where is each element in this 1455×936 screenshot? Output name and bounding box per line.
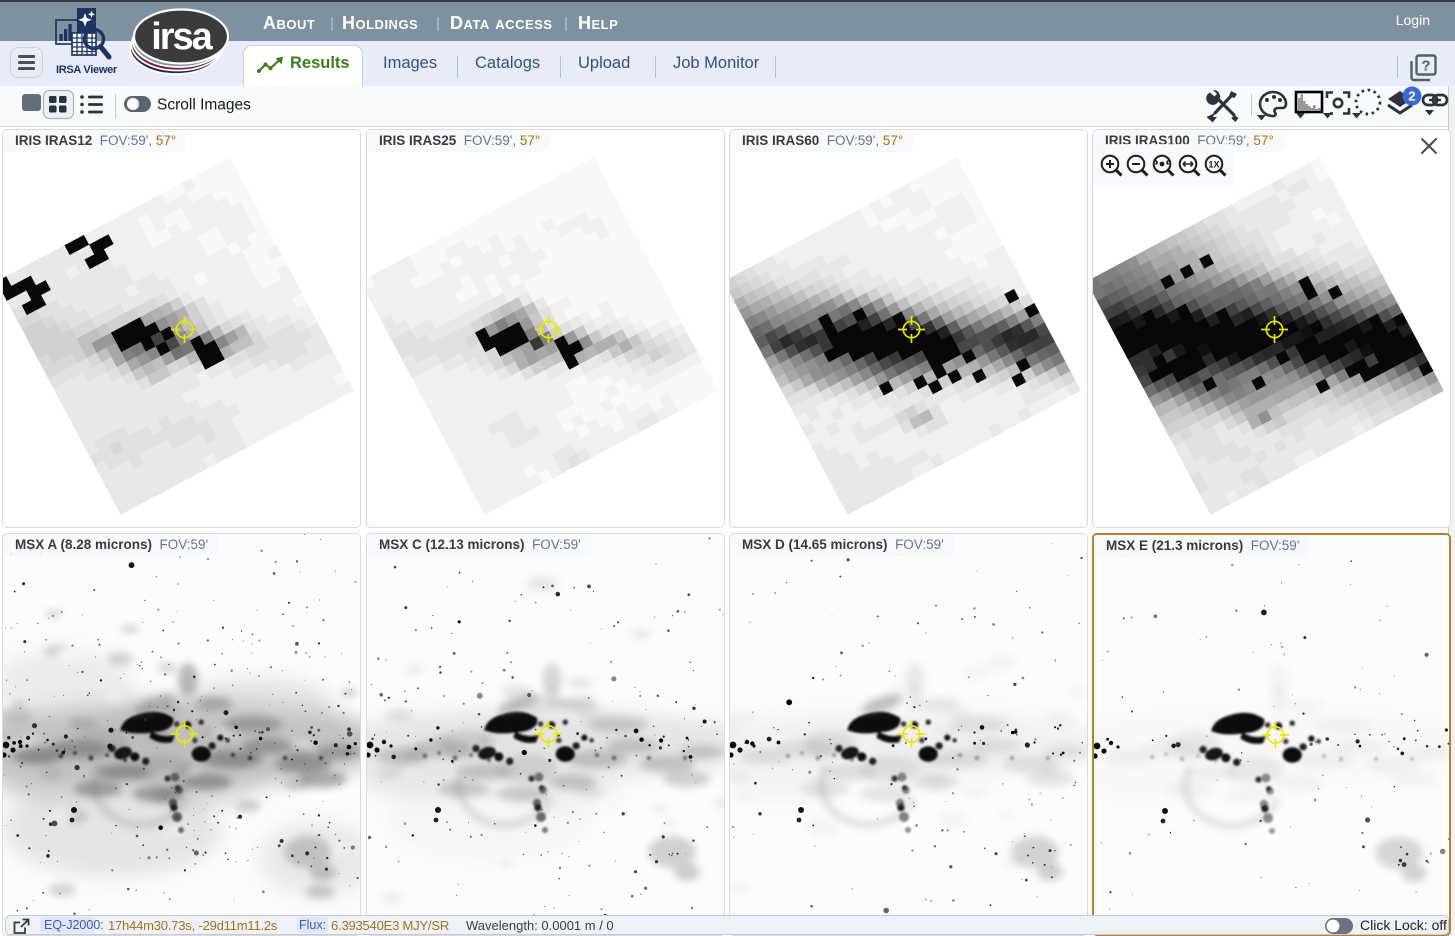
- svg-text:irsa: irsa: [151, 16, 213, 58]
- svg-text:2: 2: [1408, 89, 1415, 104]
- svg-text:Scroll Images: Scroll Images: [157, 97, 251, 114]
- svg-text:?: ?: [1421, 58, 1430, 75]
- svg-text:1X: 1X: [1208, 160, 1219, 170]
